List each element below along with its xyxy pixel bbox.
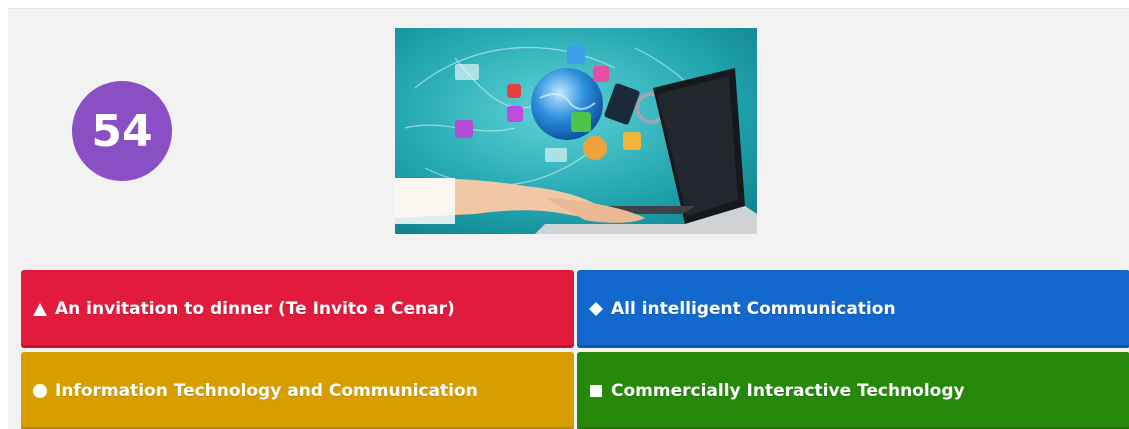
answer-label: An invitation to dinner (Te Invito a Cen… [55,299,455,319]
square-icon [589,384,603,398]
timer-value: 54 [91,105,153,157]
answer-label: All intelligent Communication [611,299,896,319]
laptop-technology-illustration [395,28,757,234]
countdown-timer: 54 [72,81,172,181]
diamond-icon [589,302,603,316]
answer-option-blue[interactable]: All intelligent Communication [577,270,1129,348]
quiz-stage: 54 An invitation to dinner (Te Invito a … [8,8,1129,429]
circle-icon [33,384,47,398]
answer-option-green[interactable]: Commercially Interactive Technology [577,352,1129,429]
triangle-icon [33,302,47,316]
answer-grid: An invitation to dinner (Te Invito a Cen… [21,270,1129,429]
answer-option-red[interactable]: An invitation to dinner (Te Invito a Cen… [21,270,574,348]
answer-option-yellow[interactable]: Information Technology and Communication [21,352,574,429]
question-image [395,28,757,234]
answer-label: Commercially Interactive Technology [611,381,965,401]
answer-label: Information Technology and Communication [55,381,478,401]
